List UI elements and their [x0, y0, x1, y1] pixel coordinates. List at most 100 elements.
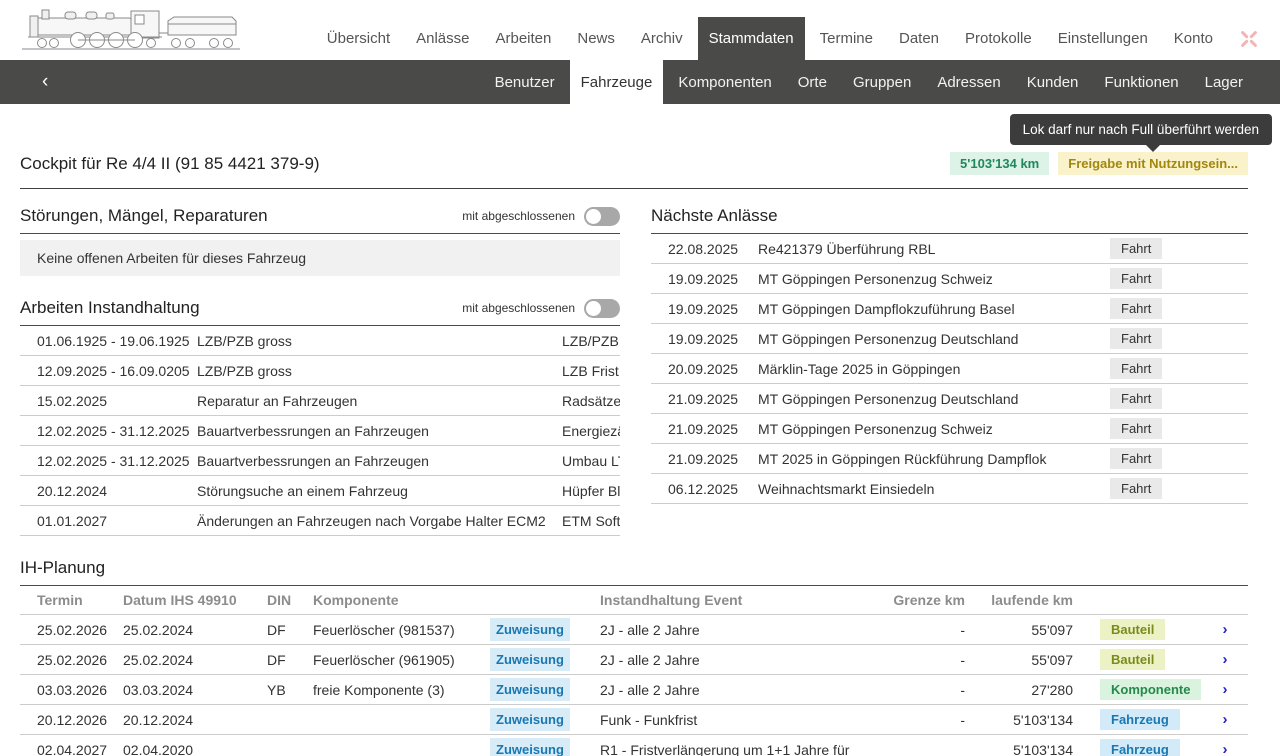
ih-laufend: 5'103'134: [965, 742, 1073, 756]
ih-laufend: 55'097: [965, 622, 1073, 638]
subnav-kunden[interactable]: Kunden: [1016, 60, 1090, 104]
ih-event: 2J - alle 2 Jahre: [600, 622, 860, 638]
maintenance-table: 01.06.1925 - 19.06.1925 LZB/PZB gross LZ…: [20, 326, 620, 536]
ih-row[interactable]: 25.02.2026 25.02.2024 DF Feuerlöscher (9…: [20, 645, 1248, 675]
empty-message: Keine offenen Arbeiten für dieses Fahrze…: [20, 240, 620, 276]
nav-einstellungen[interactable]: Einstellungen: [1047, 17, 1159, 60]
table-row[interactable]: 01.01.2027 Änderungen an Fahrzeugen nach…: [20, 506, 620, 536]
nav-news[interactable]: News: [566, 17, 626, 60]
title-divider: [20, 188, 1248, 189]
event-title: MT Göppingen Dampflokzuführung Basel: [758, 301, 1110, 317]
event-row[interactable]: 06.12.2025 Weihnachtsmarkt Einsiedeln Fa…: [651, 474, 1248, 504]
row-task: Bauartverbessrungen an Fahrzeugen: [197, 453, 562, 469]
row-task: LZB/PZB gross: [197, 363, 562, 379]
tooltip-text: Lok darf nur nach Full überführt werden: [1023, 122, 1259, 137]
table-row[interactable]: 12.09.2025 - 16.09.0205 LZB/PZB gross LZ…: [20, 356, 620, 386]
release-status-badge[interactable]: Freigabe mit Nutzungsein...: [1058, 152, 1248, 175]
fahrt-badge[interactable]: Fahrt: [1110, 268, 1162, 289]
fahrt-badge[interactable]: Fahrt: [1110, 238, 1162, 259]
row-task: Änderungen an Fahrzeugen nach Vorgabe Ha…: [197, 513, 562, 529]
chevron-right-icon[interactable]: ›: [1202, 681, 1248, 698]
table-row[interactable]: 15.02.2025 Reparatur an Fahrzeugen Radsä…: [20, 386, 620, 416]
zuweisung-button[interactable]: Zuweisung: [490, 678, 570, 701]
main-content: Cockpit für Re 4/4 II (91 85 4421 379-9)…: [0, 152, 1280, 756]
row-detail: ETM Soft: [562, 513, 620, 529]
subnav-komponenten[interactable]: Komponenten: [667, 60, 782, 104]
fahrt-badge[interactable]: Fahrt: [1110, 328, 1162, 349]
subnav-fahrzeuge[interactable]: Fahrzeuge: [570, 60, 664, 104]
event-row[interactable]: 19.09.2025 MT Göppingen Personenzug Deut…: [651, 324, 1248, 354]
nav-protokolle[interactable]: Protokolle: [954, 17, 1043, 60]
fahrt-badge[interactable]: Fahrt: [1110, 448, 1162, 469]
ih-din: DF: [267, 652, 313, 668]
row-detail: LZB/PZB: [562, 333, 620, 349]
fahrt-badge[interactable]: Fahrt: [1110, 478, 1162, 499]
nav-arbeiten[interactable]: Arbeiten: [485, 17, 563, 60]
nav-konto[interactable]: Konto: [1163, 17, 1224, 60]
table-row[interactable]: 01.06.1925 - 19.06.1925 LZB/PZB gross LZ…: [20, 326, 620, 356]
ih-termin: 03.03.2026: [37, 682, 123, 698]
fahrt-badge[interactable]: Fahrt: [1110, 298, 1162, 319]
event-title: MT Göppingen Personenzug Deutschland: [758, 391, 1110, 407]
chevron-right-icon[interactable]: ›: [1202, 621, 1248, 638]
event-row[interactable]: 21.09.2025 MT 2025 in Göppingen Rückführ…: [651, 444, 1248, 474]
back-chevron-icon[interactable]: ‹: [34, 60, 56, 104]
zuweisung-button[interactable]: Zuweisung: [490, 738, 570, 756]
ih-row[interactable]: 02.04.2027 02.04.2020 Zuweisung R1 - Fri…: [20, 735, 1248, 756]
nav-archiv[interactable]: Archiv: [630, 17, 694, 60]
event-row[interactable]: 21.09.2025 MT Göppingen Personenzug Schw…: [651, 414, 1248, 444]
zuweisung-button[interactable]: Zuweisung: [490, 648, 570, 671]
subnav-funktionen[interactable]: Funktionen: [1093, 60, 1189, 104]
ih-row[interactable]: 20.12.2026 20.12.2024 Zuweisung Funk - F…: [20, 705, 1248, 735]
event-row[interactable]: 22.08.2025 Re421379 Überführung RBL Fahr…: [651, 234, 1248, 264]
chevron-right-icon[interactable]: ›: [1202, 711, 1248, 728]
nav-termine[interactable]: Termine: [809, 17, 884, 60]
type-badge: Komponente: [1100, 679, 1201, 700]
completed-toggle[interactable]: [584, 207, 620, 226]
chevron-right-icon[interactable]: ›: [1202, 741, 1248, 756]
fahrt-badge[interactable]: Fahrt: [1110, 358, 1162, 379]
table-row[interactable]: 12.02.2025 - 31.12.2025 Bauartverbessrun…: [20, 416, 620, 446]
subnav-orte[interactable]: Orte: [787, 60, 838, 104]
col-event: Instandhaltung Event: [600, 592, 860, 608]
event-title: MT Göppingen Personenzug Schweiz: [758, 271, 1110, 287]
row-period: 20.12.2024: [37, 483, 197, 499]
subnav-lager[interactable]: Lager: [1194, 60, 1254, 104]
zuweisung-button[interactable]: Zuweisung: [490, 708, 570, 731]
event-date: 19.09.2025: [668, 301, 758, 317]
event-row[interactable]: 20.09.2025 Märklin-Tage 2025 in Göppinge…: [651, 354, 1248, 384]
event-title: Märklin-Tage 2025 in Göppingen: [758, 361, 1110, 377]
table-row[interactable]: 20.12.2024 Störungsuche an einem Fahrzeu…: [20, 476, 620, 506]
ih-row[interactable]: 25.02.2026 25.02.2024 DF Feuerlöscher (9…: [20, 615, 1248, 645]
mileage-badge: 5'103'134 km: [950, 152, 1049, 175]
fahrt-badge[interactable]: Fahrt: [1110, 388, 1162, 409]
row-detail: Hüpfer Bl: [562, 483, 620, 499]
nav-uebersicht[interactable]: Übersicht: [316, 17, 401, 60]
event-row[interactable]: 21.09.2025 MT Göppingen Personenzug Deut…: [651, 384, 1248, 414]
type-badge: Fahrzeug: [1100, 709, 1180, 730]
subnav-adressen[interactable]: Adressen: [926, 60, 1011, 104]
subnav-gruppen[interactable]: Gruppen: [842, 60, 922, 104]
fahrt-badge[interactable]: Fahrt: [1110, 418, 1162, 439]
nav-daten[interactable]: Daten: [888, 17, 950, 60]
section-title-faults: Störungen, Mängel, Reparaturen: [20, 206, 268, 226]
section-divider: [20, 233, 620, 234]
fullscreen-icon[interactable]: [1228, 17, 1270, 60]
subnav-benutzer[interactable]: Benutzer: [484, 60, 566, 104]
row-detail: Umbau LT: [562, 453, 620, 469]
row-task: Bauartverbessrungen an Fahrzeugen: [197, 423, 562, 439]
event-row[interactable]: 19.09.2025 MT Göppingen Dampflokzuführun…: [651, 294, 1248, 324]
event-title: MT 2025 in Göppingen Rückführung Dampflo…: [758, 451, 1110, 467]
completed-toggle[interactable]: [584, 299, 620, 318]
nav-anlaesse[interactable]: Anlässe: [405, 17, 480, 60]
page-title: Cockpit für Re 4/4 II (91 85 4421 379-9): [20, 154, 320, 174]
sub-nav-bar: ‹ Benutzer Fahrzeuge Komponenten Orte Gr…: [0, 60, 1280, 104]
zuweisung-button[interactable]: Zuweisung: [490, 618, 570, 641]
table-row[interactable]: 12.02.2025 - 31.12.2025 Bauartverbessrun…: [20, 446, 620, 476]
nav-stammdaten[interactable]: Stammdaten: [698, 17, 805, 60]
ih-row[interactable]: 03.03.2026 03.03.2024 YB freie Komponent…: [20, 675, 1248, 705]
chevron-right-icon[interactable]: ›: [1202, 651, 1248, 668]
event-title: MT Göppingen Personenzug Deutschland: [758, 331, 1110, 347]
event-row[interactable]: 19.09.2025 MT Göppingen Personenzug Schw…: [651, 264, 1248, 294]
toggle-label: mit abgeschlossenen: [462, 209, 575, 223]
